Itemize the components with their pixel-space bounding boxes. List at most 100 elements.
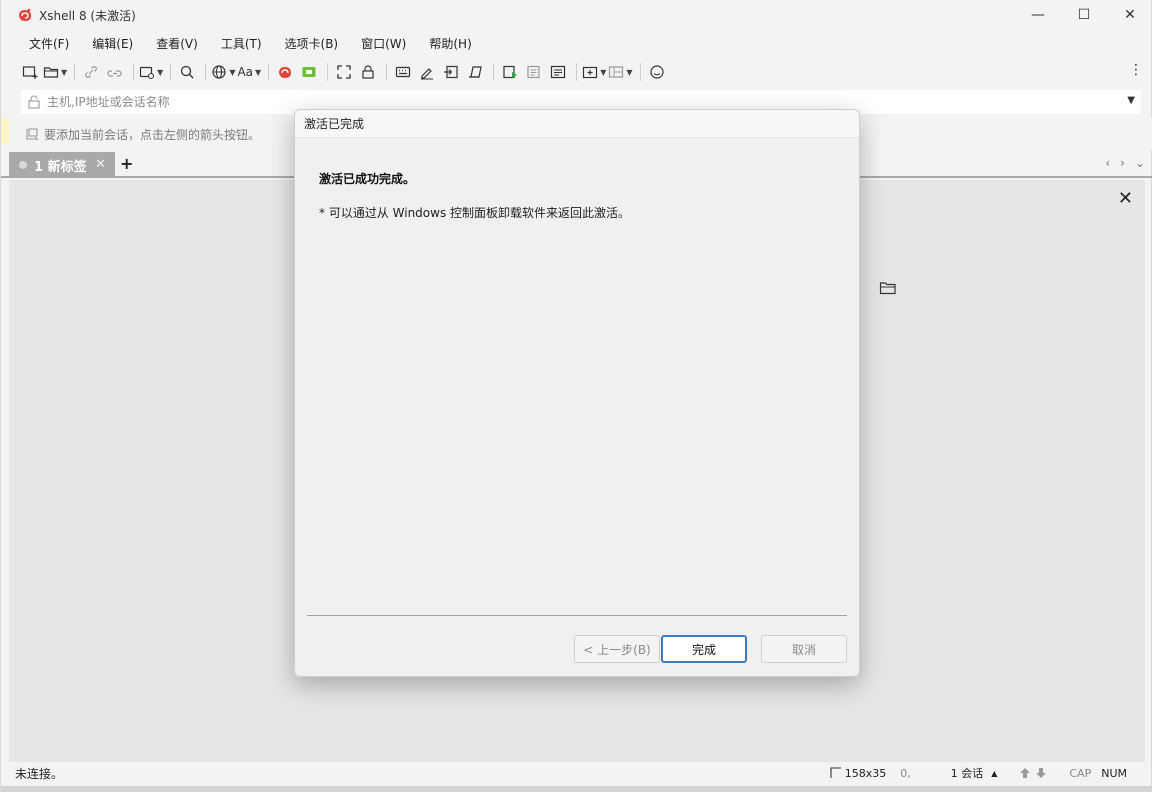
font-button[interactable]: Aa ▼ (237, 61, 261, 83)
menu-window[interactable]: 窗口(W) (361, 35, 406, 52)
tab-list-button[interactable]: ⌄ (1135, 156, 1145, 170)
open-session-button[interactable]: ▼ (43, 61, 67, 83)
new-tab-options-button[interactable]: ▼ (139, 61, 163, 83)
window-title: Xshell 8 (未激活) (39, 8, 136, 23)
terminal-size-value: 158x35 (844, 766, 887, 780)
toolbar-separator (268, 63, 270, 81)
toolbar: ▼ ▼ ▼ Aa ▼ ▼ ▼ ⋮ (19, 60, 1147, 84)
xshell-window: Xshell 8 (未激活) — ☐ ✕ 文件(F) 编辑(E) 查看(V) 工… (0, 0, 1152, 792)
scroll-down-icon[interactable] (1035, 767, 1047, 779)
xshell-logo-icon (17, 7, 33, 23)
compose-button[interactable] (547, 61, 569, 83)
new-session-button[interactable] (19, 61, 41, 83)
window-add-icon (140, 66, 155, 79)
add-tab-button[interactable]: + (120, 154, 133, 173)
xftp-icon (302, 67, 316, 77)
dialog-title: 激活已完成 (304, 117, 365, 131)
menu-bar: 文件(F) 编辑(E) 查看(V) 工具(T) 选项卡(B) 窗口(W) 帮助(… (21, 33, 487, 53)
xshell-button[interactable] (274, 61, 296, 83)
tab-close-button[interactable]: ✕ (95, 157, 106, 172)
menu-edit[interactable]: 编辑(E) (92, 35, 133, 52)
file-transfer-icon (444, 65, 458, 79)
fullscreen-icon (337, 65, 351, 79)
toolbar-separator (386, 63, 388, 81)
find-button[interactable] (176, 61, 198, 83)
chevron-down-icon: ▼ (61, 67, 68, 77)
cancel-button[interactable]: 取消 (761, 635, 847, 663)
address-dropdown-button[interactable]: ▼ (1127, 95, 1135, 106)
layout-button[interactable]: ▼ (608, 61, 633, 83)
info-bar-accent (1, 118, 9, 144)
toolbar-separator (74, 63, 76, 81)
pen-icon (421, 68, 434, 80)
bottom-border (1, 786, 1152, 792)
toolbar-more-button[interactable]: ⋮ (1129, 62, 1143, 78)
toolbar-separator (170, 63, 172, 81)
toolbar-separator (576, 63, 578, 81)
tab-status-dot (19, 161, 27, 169)
chevron-down-icon: ▼ (626, 67, 633, 77)
chevron-down-icon: ▼ (229, 67, 236, 77)
finish-button[interactable]: 完成 (661, 635, 747, 663)
info-bar-text: 要添加当前会话，点击左侧的箭头按钮。 (44, 127, 261, 142)
chat-button[interactable] (646, 61, 668, 83)
tab-new-tab[interactable]: 1 新标签 ✕ (9, 152, 115, 178)
dialog-title-bar: 激活已完成 (295, 110, 859, 138)
new-session-icon (22, 66, 38, 79)
disconnect-button[interactable] (104, 61, 126, 83)
folder-open-icon[interactable] (879, 280, 897, 296)
transfer-button[interactable] (440, 61, 462, 83)
fullscreen-button[interactable] (333, 61, 355, 83)
search-icon (181, 65, 194, 79)
status-bar: 未连接。 158x35 0, 1 会话 ▲ CAP NUM (9, 762, 1145, 784)
caps-lock-indicator: CAP (1069, 766, 1092, 780)
session-count[interactable]: 1 会话 ▲ (951, 765, 998, 781)
host-input[interactable] (47, 95, 1097, 109)
xftp-button[interactable] (298, 61, 320, 83)
session-close-button[interactable]: ✕ (1118, 188, 1133, 209)
lock-button[interactable] (357, 61, 379, 83)
add-session-arrow-icon[interactable] (25, 127, 39, 141)
back-button[interactable]: < 上一步(B) (574, 635, 660, 663)
encoding-button[interactable]: ▼ (211, 61, 235, 83)
layout-icon (609, 66, 624, 78)
connection-status: 未连接。 (15, 766, 64, 781)
toolbar-separator (493, 63, 495, 81)
script-button[interactable] (464, 61, 486, 83)
start-log-button[interactable] (499, 61, 521, 83)
terminal-size: 158x35 (830, 766, 887, 780)
menu-tabs[interactable]: 选项卡(B) (285, 35, 339, 52)
menu-view[interactable]: 查看(V) (156, 35, 198, 52)
new-window-button[interactable]: ▼ (582, 61, 606, 83)
menu-tools[interactable]: 工具(T) (221, 35, 262, 52)
font-label: Aa (237, 65, 254, 79)
lock-icon (362, 65, 374, 79)
chevron-down-icon: ▼ (600, 67, 607, 77)
log-button[interactable] (523, 61, 545, 83)
dialog-note: * 可以通过从 Windows 控制面板卸载软件来返回此激活。 (319, 206, 631, 220)
script-icon (469, 66, 482, 78)
tab-prev-button[interactable]: ‹ (1105, 156, 1110, 170)
menu-help[interactable]: 帮助(H) (429, 35, 471, 52)
dialog-divider (307, 615, 847, 616)
link-icon (85, 66, 98, 78)
scroll-up-icon[interactable] (1019, 767, 1031, 779)
close-window-button[interactable]: ✕ (1107, 0, 1152, 30)
menu-file[interactable]: 文件(F) (29, 35, 69, 52)
resize-icon (830, 767, 841, 778)
cursor-position: 0, (900, 766, 911, 780)
keyboard-button[interactable] (392, 61, 414, 83)
tab-navigation: ‹ › ⌄ (1105, 156, 1145, 170)
toolbar-separator (327, 63, 329, 81)
highlight-button[interactable] (416, 61, 438, 83)
globe-icon (212, 65, 226, 79)
log-start-icon (503, 65, 518, 79)
add-window-icon (583, 66, 598, 79)
xshell-icon (279, 67, 292, 78)
maximize-button[interactable]: ☐ (1061, 0, 1107, 30)
tab-next-button[interactable]: › (1120, 156, 1125, 170)
window-controls: — ☐ ✕ (1015, 0, 1152, 30)
reconnect-button[interactable] (80, 61, 102, 83)
chat-icon (649, 65, 664, 79)
minimize-button[interactable]: — (1015, 0, 1061, 30)
